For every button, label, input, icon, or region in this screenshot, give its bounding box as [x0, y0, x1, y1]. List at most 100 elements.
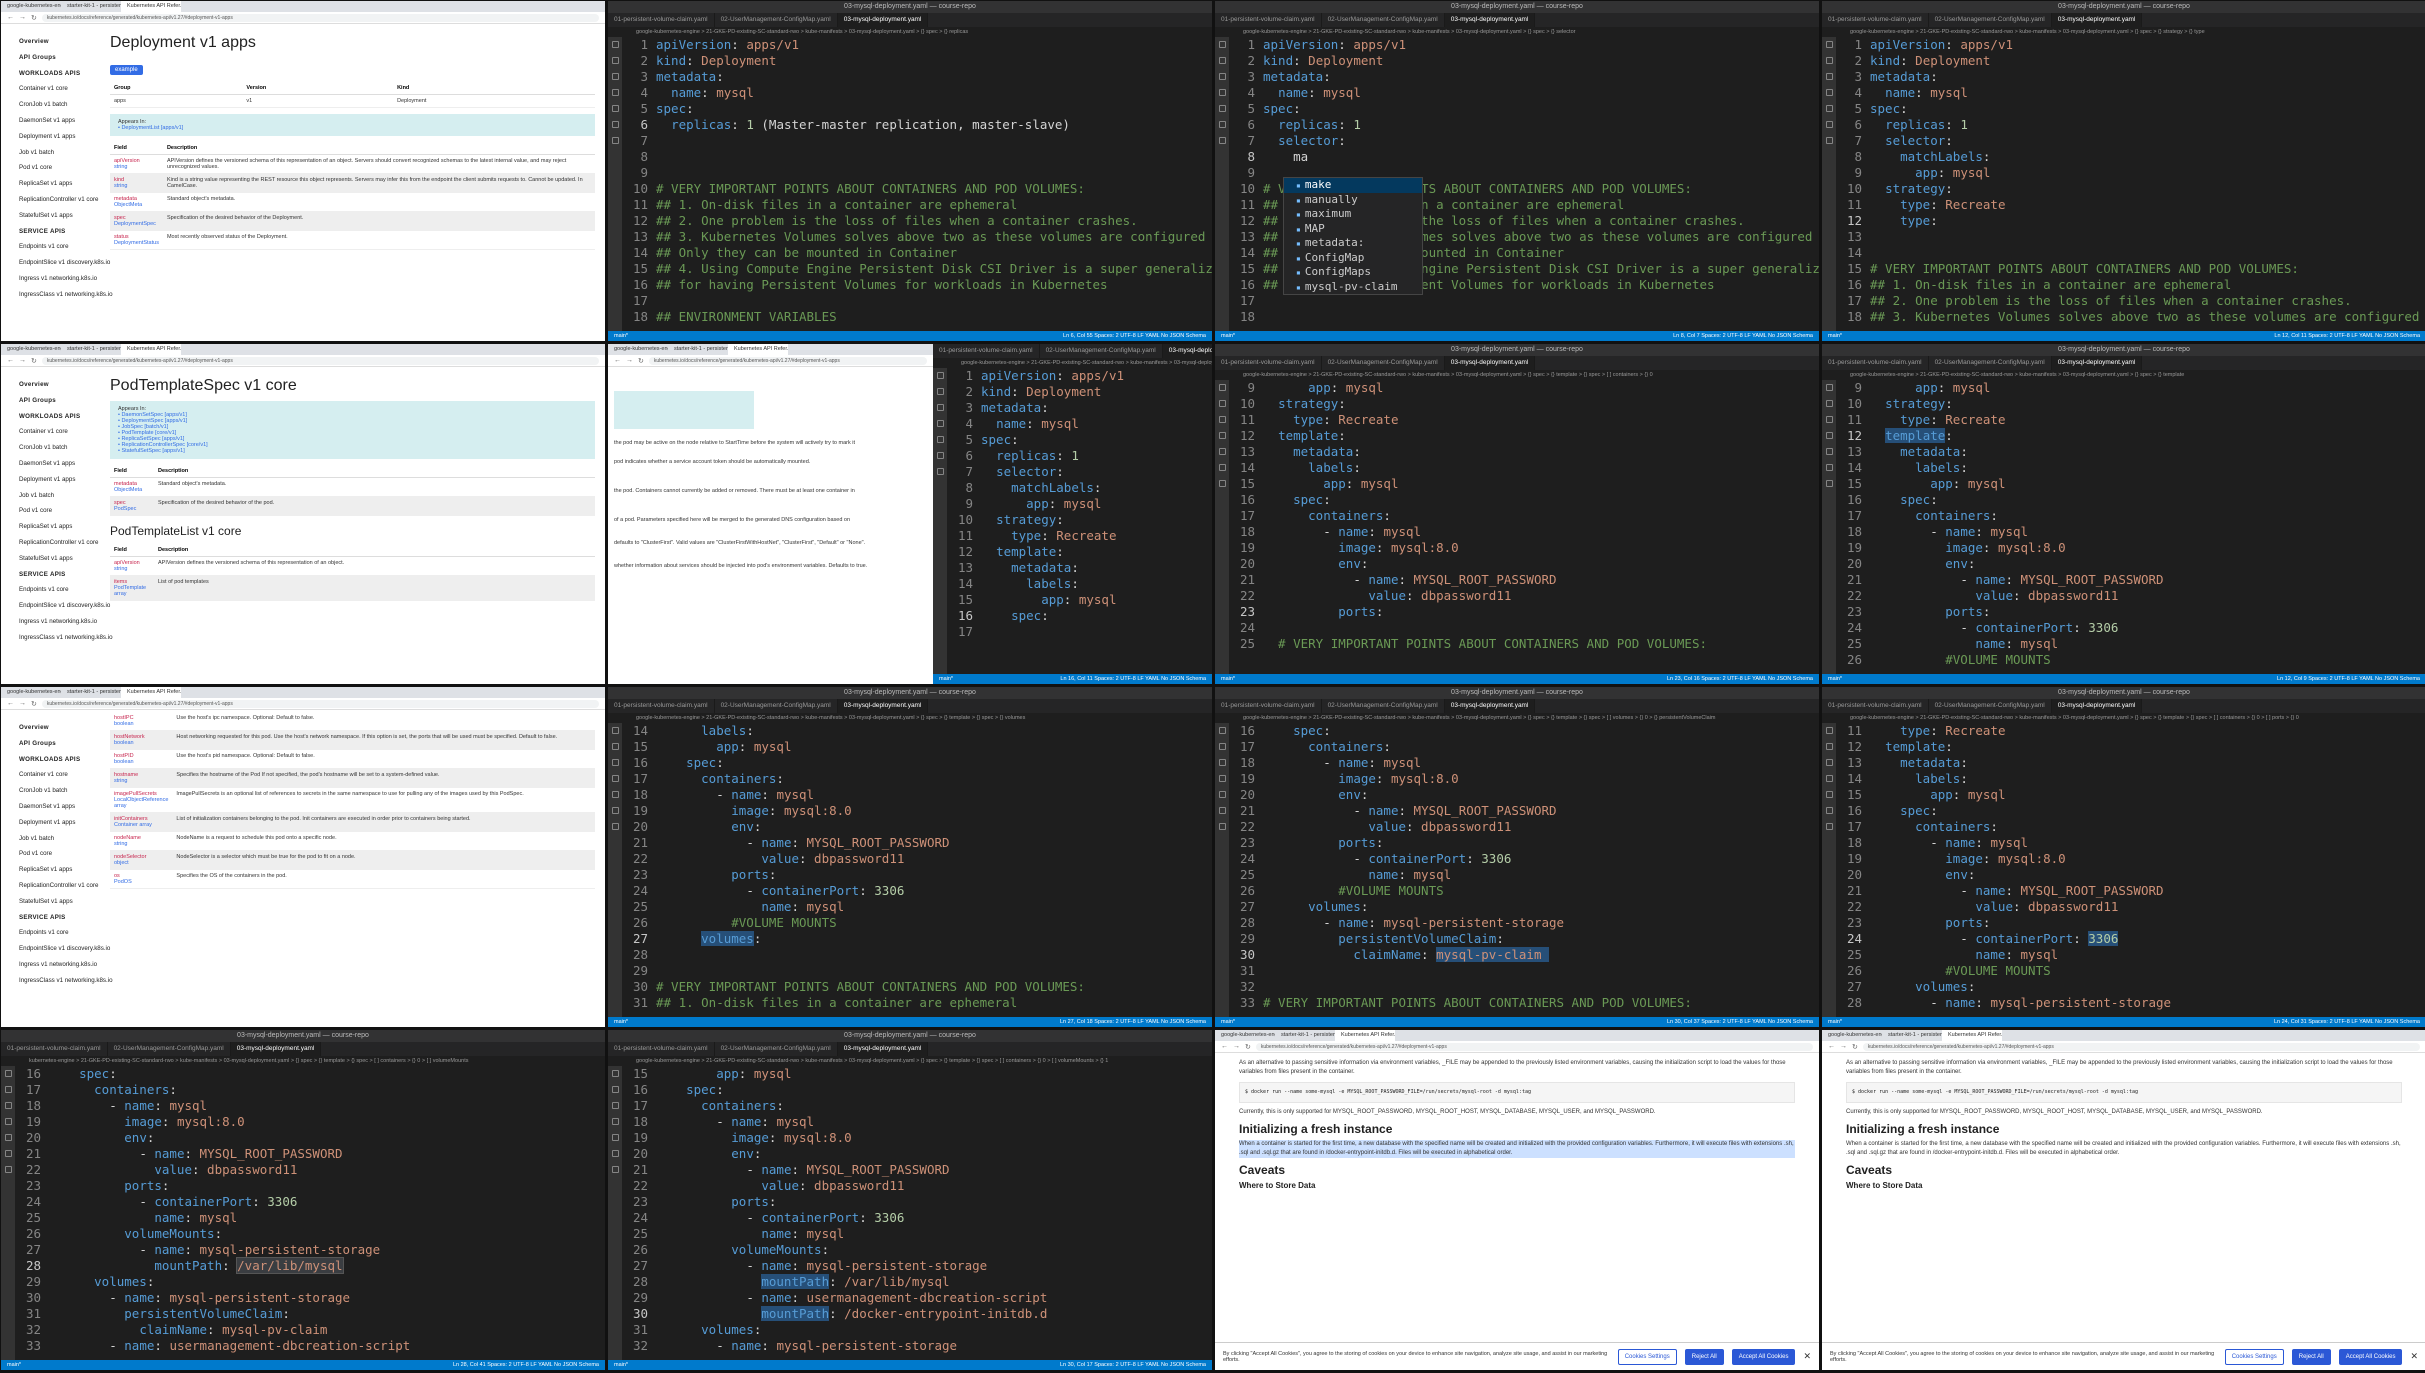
back-icon[interactable]: ← [7, 357, 14, 364]
activity-icon[interactable] [1825, 480, 1833, 487]
activity-icon[interactable] [1218, 743, 1226, 750]
sidenav-item[interactable]: Overview [19, 34, 96, 50]
activity-icon[interactable] [611, 105, 619, 112]
activity-icon[interactable] [611, 807, 619, 814]
forward-icon[interactable]: → [19, 14, 26, 21]
browser-tab[interactable]: google-kubernetes-engine [1, 1, 61, 12]
activity-icon[interactable] [1218, 727, 1226, 734]
editor-tab[interactable]: 03-mysql-deployment.yaml [1444, 356, 1536, 370]
browser-tab[interactable]: Kubernetes API Refer... [1942, 1030, 2002, 1041]
reload-icon[interactable]: ↻ [31, 700, 37, 708]
activity-icon[interactable] [1825, 807, 1833, 814]
activity-icon[interactable] [936, 404, 944, 411]
activity-icon[interactable] [1218, 791, 1226, 798]
editor-tab[interactable]: 01-persistent-volume-claim.yaml [608, 1042, 715, 1056]
activity-icon[interactable] [611, 759, 619, 766]
editor-tab[interactable]: 01-persistent-volume-claim.yaml [1215, 13, 1322, 27]
code-editor[interactable]: app: mysql strategy: type: Recreate temp… [1870, 380, 2425, 674]
autocomplete-item[interactable]: mysql-pv-claim [1284, 280, 1422, 295]
activity-icon[interactable] [1825, 416, 1833, 423]
activity-icon[interactable] [1218, 105, 1226, 112]
browser-tab[interactable]: Kubernetes API Refer... [121, 344, 181, 355]
editor-tab[interactable]: 02-UserManagement-ConfigMap.yaml [715, 699, 838, 713]
close-icon[interactable]: ✕ [1803, 1351, 1811, 1362]
code-editor[interactable]: spec: containers: - name: mysql image: m… [1263, 723, 1819, 1017]
sidenav-item[interactable]: DaemonSet v1 apps [19, 456, 96, 472]
forward-icon[interactable]: → [1233, 1043, 1240, 1050]
activity-icon[interactable] [1825, 73, 1833, 80]
activity-icon[interactable] [1825, 464, 1833, 471]
activity-icon[interactable] [1218, 137, 1226, 144]
browser-tab[interactable]: Kubernetes API Refer... [1335, 1030, 1395, 1041]
code-editor[interactable]: app: mysql strategy: type: Recreate temp… [1263, 380, 1819, 674]
activity-icon[interactable] [1218, 759, 1226, 766]
activity-icon[interactable] [611, 1166, 619, 1173]
editor-tab[interactable]: 01-persistent-volume-claim.yaml [1, 1042, 108, 1056]
editor-tab[interactable]: 01-persistent-volume-claim.yaml [1822, 13, 1929, 27]
browser-tab[interactable]: starter-kit-1 - persistent [61, 1, 121, 12]
sidenav-item[interactable]: IngressClass v1 networking.k8s.io [19, 287, 113, 303]
editor-tab[interactable]: 03-mysql-deployment.yaml [1444, 13, 1536, 27]
activity-icon[interactable] [1825, 89, 1833, 96]
forward-icon[interactable]: → [626, 357, 633, 364]
sidenav-item[interactable]: API Groups [19, 393, 96, 409]
activity-icon[interactable] [1825, 137, 1833, 144]
browser-tab[interactable]: starter-kit-1 - persistent [668, 344, 728, 355]
activity-icon[interactable] [4, 1086, 12, 1093]
activity-icon[interactable] [1218, 807, 1226, 814]
sidenav-item[interactable]: Pod v1 core [19, 846, 96, 862]
activity-icon[interactable] [1218, 89, 1226, 96]
sidenav-item[interactable]: ReplicationController v1 core [19, 878, 98, 894]
activity-icon[interactable] [4, 1070, 12, 1077]
sidenav-item[interactable]: Ingress v1 networking.k8s.io [19, 614, 97, 630]
activity-icon[interactable] [611, 73, 619, 80]
forward-icon[interactable]: → [19, 357, 26, 364]
sidenav-item[interactable]: Deployment v1 apps [19, 815, 96, 831]
sidenav-item[interactable]: DaemonSet v1 apps [19, 113, 96, 129]
code-editor[interactable]: type: Recreate template: metadata: label… [1870, 723, 2425, 1017]
autocomplete-list[interactable]: makemanuallymaximumMAPmetadata:ConfigMap… [1283, 177, 1423, 295]
sidenav-item[interactable]: Job v1 batch [19, 488, 96, 504]
sidenav-item[interactable]: SERVICE APIS [19, 567, 96, 583]
editor-tab[interactable]: 03-mysql-deployment.yaml [1444, 699, 1536, 713]
editor-tab[interactable]: 02-UserManagement-ConfigMap.yaml [1040, 344, 1163, 358]
activity-icon[interactable] [936, 468, 944, 475]
activity-icon[interactable] [936, 452, 944, 459]
browser-tab[interactable]: google-kubernetes-engine [1822, 1030, 1882, 1041]
sidenav-item[interactable]: SERVICE APIS [19, 910, 96, 926]
editor-tab[interactable]: 01-persistent-volume-claim.yaml [1215, 356, 1322, 370]
autocomplete-item[interactable]: MAP [1284, 222, 1422, 237]
activity-icon[interactable] [611, 1134, 619, 1141]
sidenav-item[interactable]: WORKLOADS APIS [19, 752, 96, 768]
sidenav-item[interactable]: Overview [19, 720, 96, 736]
code-editor[interactable]: apiVersion: apps/v1 kind: Deployment metad… [1870, 37, 2425, 331]
sidenav-item[interactable]: ReplicaSet v1 apps [19, 176, 96, 192]
activity-icon[interactable] [611, 1070, 619, 1077]
editor-tab[interactable]: 02-UserManagement-ConfigMap.yaml [715, 1042, 838, 1056]
code-editor[interactable]: app: mysql spec: containers: - name: mys… [656, 1066, 1212, 1360]
browser-tab[interactable]: Kubernetes API Refer... [121, 1, 181, 12]
back-icon[interactable]: ← [7, 700, 14, 707]
editor-tab[interactable]: 01-persistent-volume-claim.yaml [608, 699, 715, 713]
browser-tab[interactable]: starter-kit-1 - persistent [1275, 1030, 1335, 1041]
browser-tab[interactable]: starter-kit-1 - persistent [1882, 1030, 1942, 1041]
sidenav-item[interactable]: ReplicationController v1 core [19, 535, 98, 551]
back-icon[interactable]: ← [614, 357, 621, 364]
sidenav-item[interactable]: Container v1 core [19, 424, 96, 440]
accept-all-button[interactable]: Accept All Cookies [1731, 1348, 1796, 1365]
sidenav-item[interactable]: DaemonSet v1 apps [19, 799, 96, 815]
activity-icon[interactable] [1218, 384, 1226, 391]
sidenav-item[interactable]: API Groups [19, 50, 96, 66]
activity-icon[interactable] [1825, 759, 1833, 766]
sidenav-item[interactable]: Job v1 batch [19, 831, 96, 847]
sidenav-item[interactable]: Container v1 core [19, 767, 96, 783]
sidenav-item[interactable]: CronJob v1 batch [19, 783, 96, 799]
activity-icon[interactable] [611, 727, 619, 734]
editor-tab[interactable]: 02-UserManagement-ConfigMap.yaml [1929, 356, 2052, 370]
activity-icon[interactable] [611, 1150, 619, 1157]
activity-icon[interactable] [611, 823, 619, 830]
url-input[interactable]: kubernetes.io/docs/reference/generated/k… [41, 699, 599, 708]
autocomplete-item[interactable]: metadata: [1284, 236, 1422, 251]
activity-icon[interactable] [1218, 416, 1226, 423]
browser-tab[interactable]: starter-kit-1 - persistent [61, 344, 121, 355]
